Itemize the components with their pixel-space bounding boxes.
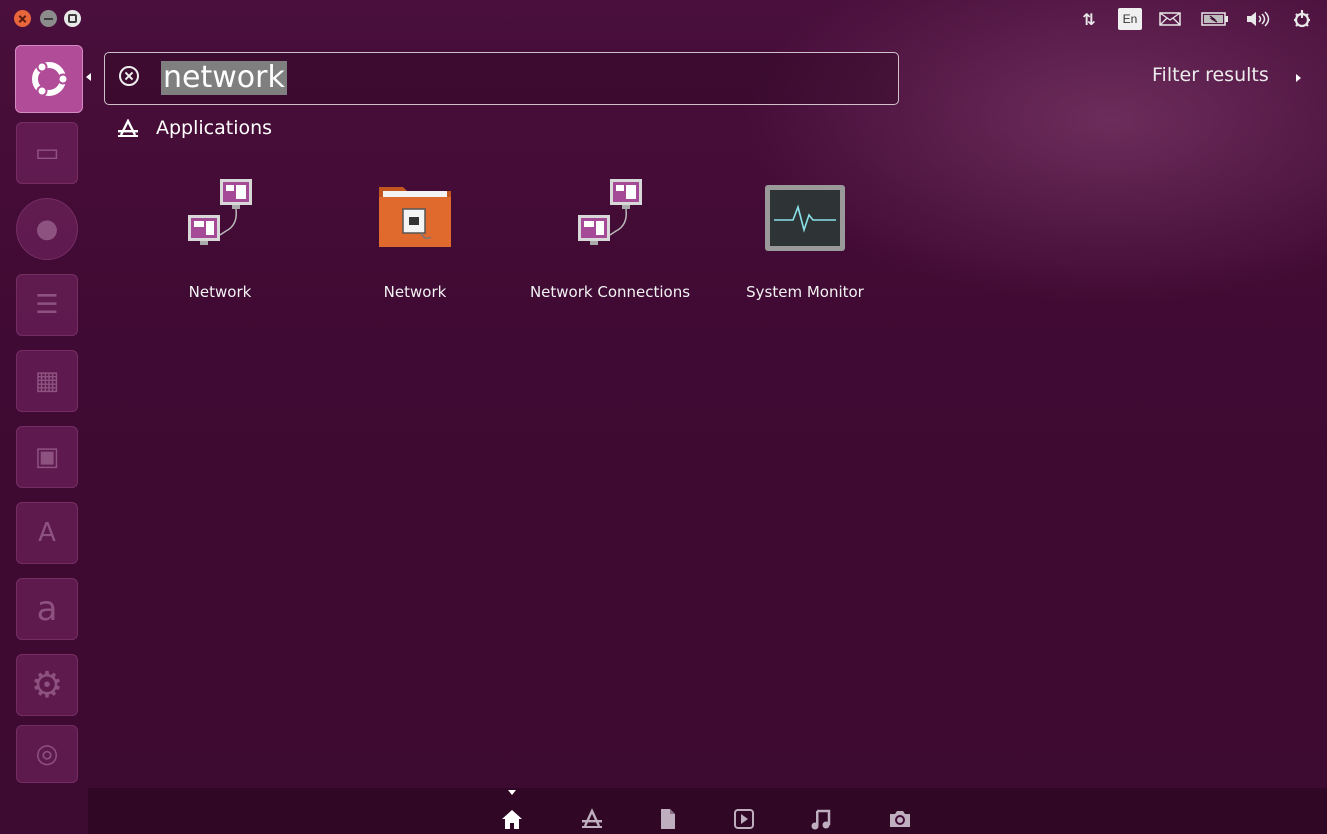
photo-lens-icon[interactable] [887,806,913,832]
launcher-writer[interactable]: ☰ [16,274,78,336]
launcher-system-settings[interactable]: ⚙ [16,654,78,716]
result-label: Network Connections [529,283,691,301]
lens-bar [88,788,1327,834]
result-label: Network [383,283,447,301]
result-network-connections[interactable]: Network Connections [520,175,700,315]
system-monitor-icon [765,175,845,255]
dash-search-box: network [104,52,899,105]
launcher-amazon[interactable]: a [16,578,78,640]
launcher-workspaces[interactable]: ◎ [16,725,78,783]
network-updown-icon[interactable]: ⇅ [1078,9,1100,29]
ubuntu-dash-home-button[interactable] [15,45,83,113]
battery-icon[interactable] [1200,9,1230,29]
music-lens-icon[interactable] [808,806,834,832]
keyboard-language-indicator[interactable]: En [1118,8,1142,30]
launcher-impress[interactable]: ▣ [16,426,78,488]
clear-search-icon[interactable] [119,66,139,86]
network-computers-icon [570,175,650,255]
top-panel: ⇅ En [0,0,1327,38]
launcher-software-center[interactable]: A [16,502,78,564]
network-computers-icon [180,175,260,255]
chevron-right-icon [1296,74,1301,82]
result-label: Network [188,283,252,301]
launcher-calc[interactable]: ▦ [16,350,78,412]
launcher-active-arrow [86,73,91,81]
category-applications-header: Applications [156,117,273,139]
home-lens-icon[interactable] [499,806,525,832]
launcher-files[interactable]: ▭ [16,122,78,184]
maximize-window-button[interactable] [64,10,81,27]
applications-lens-icon[interactable] [579,806,605,832]
search-input[interactable]: network [161,61,287,95]
result-network-folder[interactable]: Network [325,175,505,315]
files-lens-icon[interactable] [655,806,681,832]
close-window-button[interactable] [14,10,31,27]
ubuntu-logo-icon [32,61,69,97]
result-network[interactable]: Network [130,175,310,315]
power-gear-icon[interactable] [1290,9,1314,29]
minimize-window-button[interactable] [40,10,57,27]
result-system-monitor[interactable]: System Monitor [715,175,895,315]
filter-results-button[interactable]: Filter results [1152,64,1269,86]
unity-dash: ⇅ En ▭ ● ☰ ▦ ▣ A a ⚙ ◎ network Filter re… [0,0,1327,834]
launcher-firefox[interactable]: ● [16,198,78,260]
mail-icon[interactable] [1158,9,1182,29]
result-label: System Monitor [746,283,864,301]
video-lens-icon[interactable] [731,806,757,832]
active-lens-marker [508,790,516,795]
network-folder-icon [375,175,455,255]
speaker-icon[interactable] [1244,9,1274,29]
applications-icon [117,118,139,139]
